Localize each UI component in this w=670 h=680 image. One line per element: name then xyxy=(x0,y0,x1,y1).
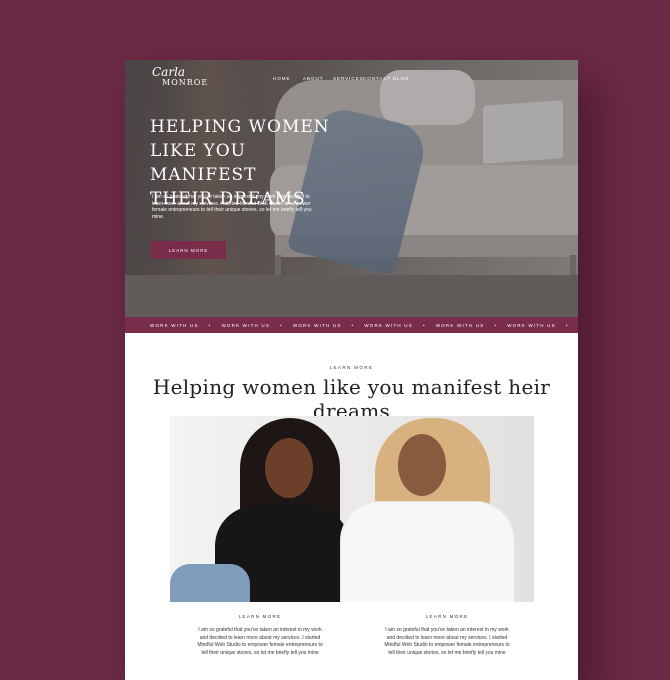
website-mockup: Carla MONROE HOME ABOUT SERVICES CONTACT… xyxy=(125,60,578,680)
main-nav: HOME ABOUT SERVICES CONTACT BLOG xyxy=(273,76,423,81)
marquee-separator-icon: • xyxy=(280,322,283,328)
photo-woman-left-jeans xyxy=(170,564,250,602)
marquee-item[interactable]: WORK WITH US xyxy=(293,323,342,328)
column-text: I am so grateful that you've taken an in… xyxy=(197,627,323,656)
marquee-separator-icon: • xyxy=(351,322,355,328)
marquee-separator-icon: • xyxy=(565,322,569,328)
photo-woman-right-face xyxy=(398,434,446,496)
marquee-item[interactable]: WORK WITH US xyxy=(436,323,485,328)
section-kicker[interactable]: LEARN MORE xyxy=(125,365,578,370)
hero-title-line: LIKE YOU MANIFEST xyxy=(150,141,257,185)
column-kicker[interactable]: LEARN MORE xyxy=(195,614,325,619)
hero-body-text: I am so grateful that you've taken an in… xyxy=(152,194,312,220)
column-kicker[interactable]: LEARN MORE xyxy=(382,614,512,619)
work-with-us-marquee[interactable]: WORK WITH US • WORK WITH US • WORK WITH US • W… xyxy=(125,317,578,333)
marquee-item[interactable]: WORK WITH US xyxy=(150,323,199,328)
nav-item-services[interactable]: SERVICES xyxy=(333,76,363,81)
marquee-separator-icon: • xyxy=(494,322,498,328)
nav-item-contact[interactable]: CONTACT xyxy=(363,76,393,81)
marquee-separator-icon: • xyxy=(422,322,426,328)
hero-title-line: HELPING WOMEN xyxy=(150,117,330,137)
marquee-separator-icon: • xyxy=(208,322,212,328)
marquee-item[interactable]: WORK WITH US xyxy=(507,323,556,328)
column-text: I am so grateful that you've taken an in… xyxy=(384,627,510,656)
marquee-item[interactable]: WORK WITH US xyxy=(221,323,270,328)
logo-script: Carla xyxy=(152,65,186,79)
marquee-item[interactable]: WORK WITH US xyxy=(364,323,413,328)
two-women-photo xyxy=(170,416,534,602)
nav-item-blog[interactable]: BLOG xyxy=(393,76,423,81)
learn-more-button[interactable]: LEARN MORE xyxy=(151,241,226,259)
logo-name: MONROE xyxy=(162,78,209,87)
nav-item-about[interactable]: ABOUT xyxy=(303,76,333,81)
photo-woman-right-shirt xyxy=(340,501,515,602)
nav-item-home[interactable]: HOME xyxy=(273,76,303,81)
hero-section: Carla MONROE HOME ABOUT SERVICES CONTACT… xyxy=(125,60,578,317)
site-logo[interactable]: Carla MONROE xyxy=(152,66,208,87)
photo-woman-left-face xyxy=(265,438,313,498)
info-column-left: LEARN MORE I am so grateful that you've … xyxy=(195,614,325,657)
info-column-right: LEARN MORE I am so grateful that you've … xyxy=(382,614,512,657)
